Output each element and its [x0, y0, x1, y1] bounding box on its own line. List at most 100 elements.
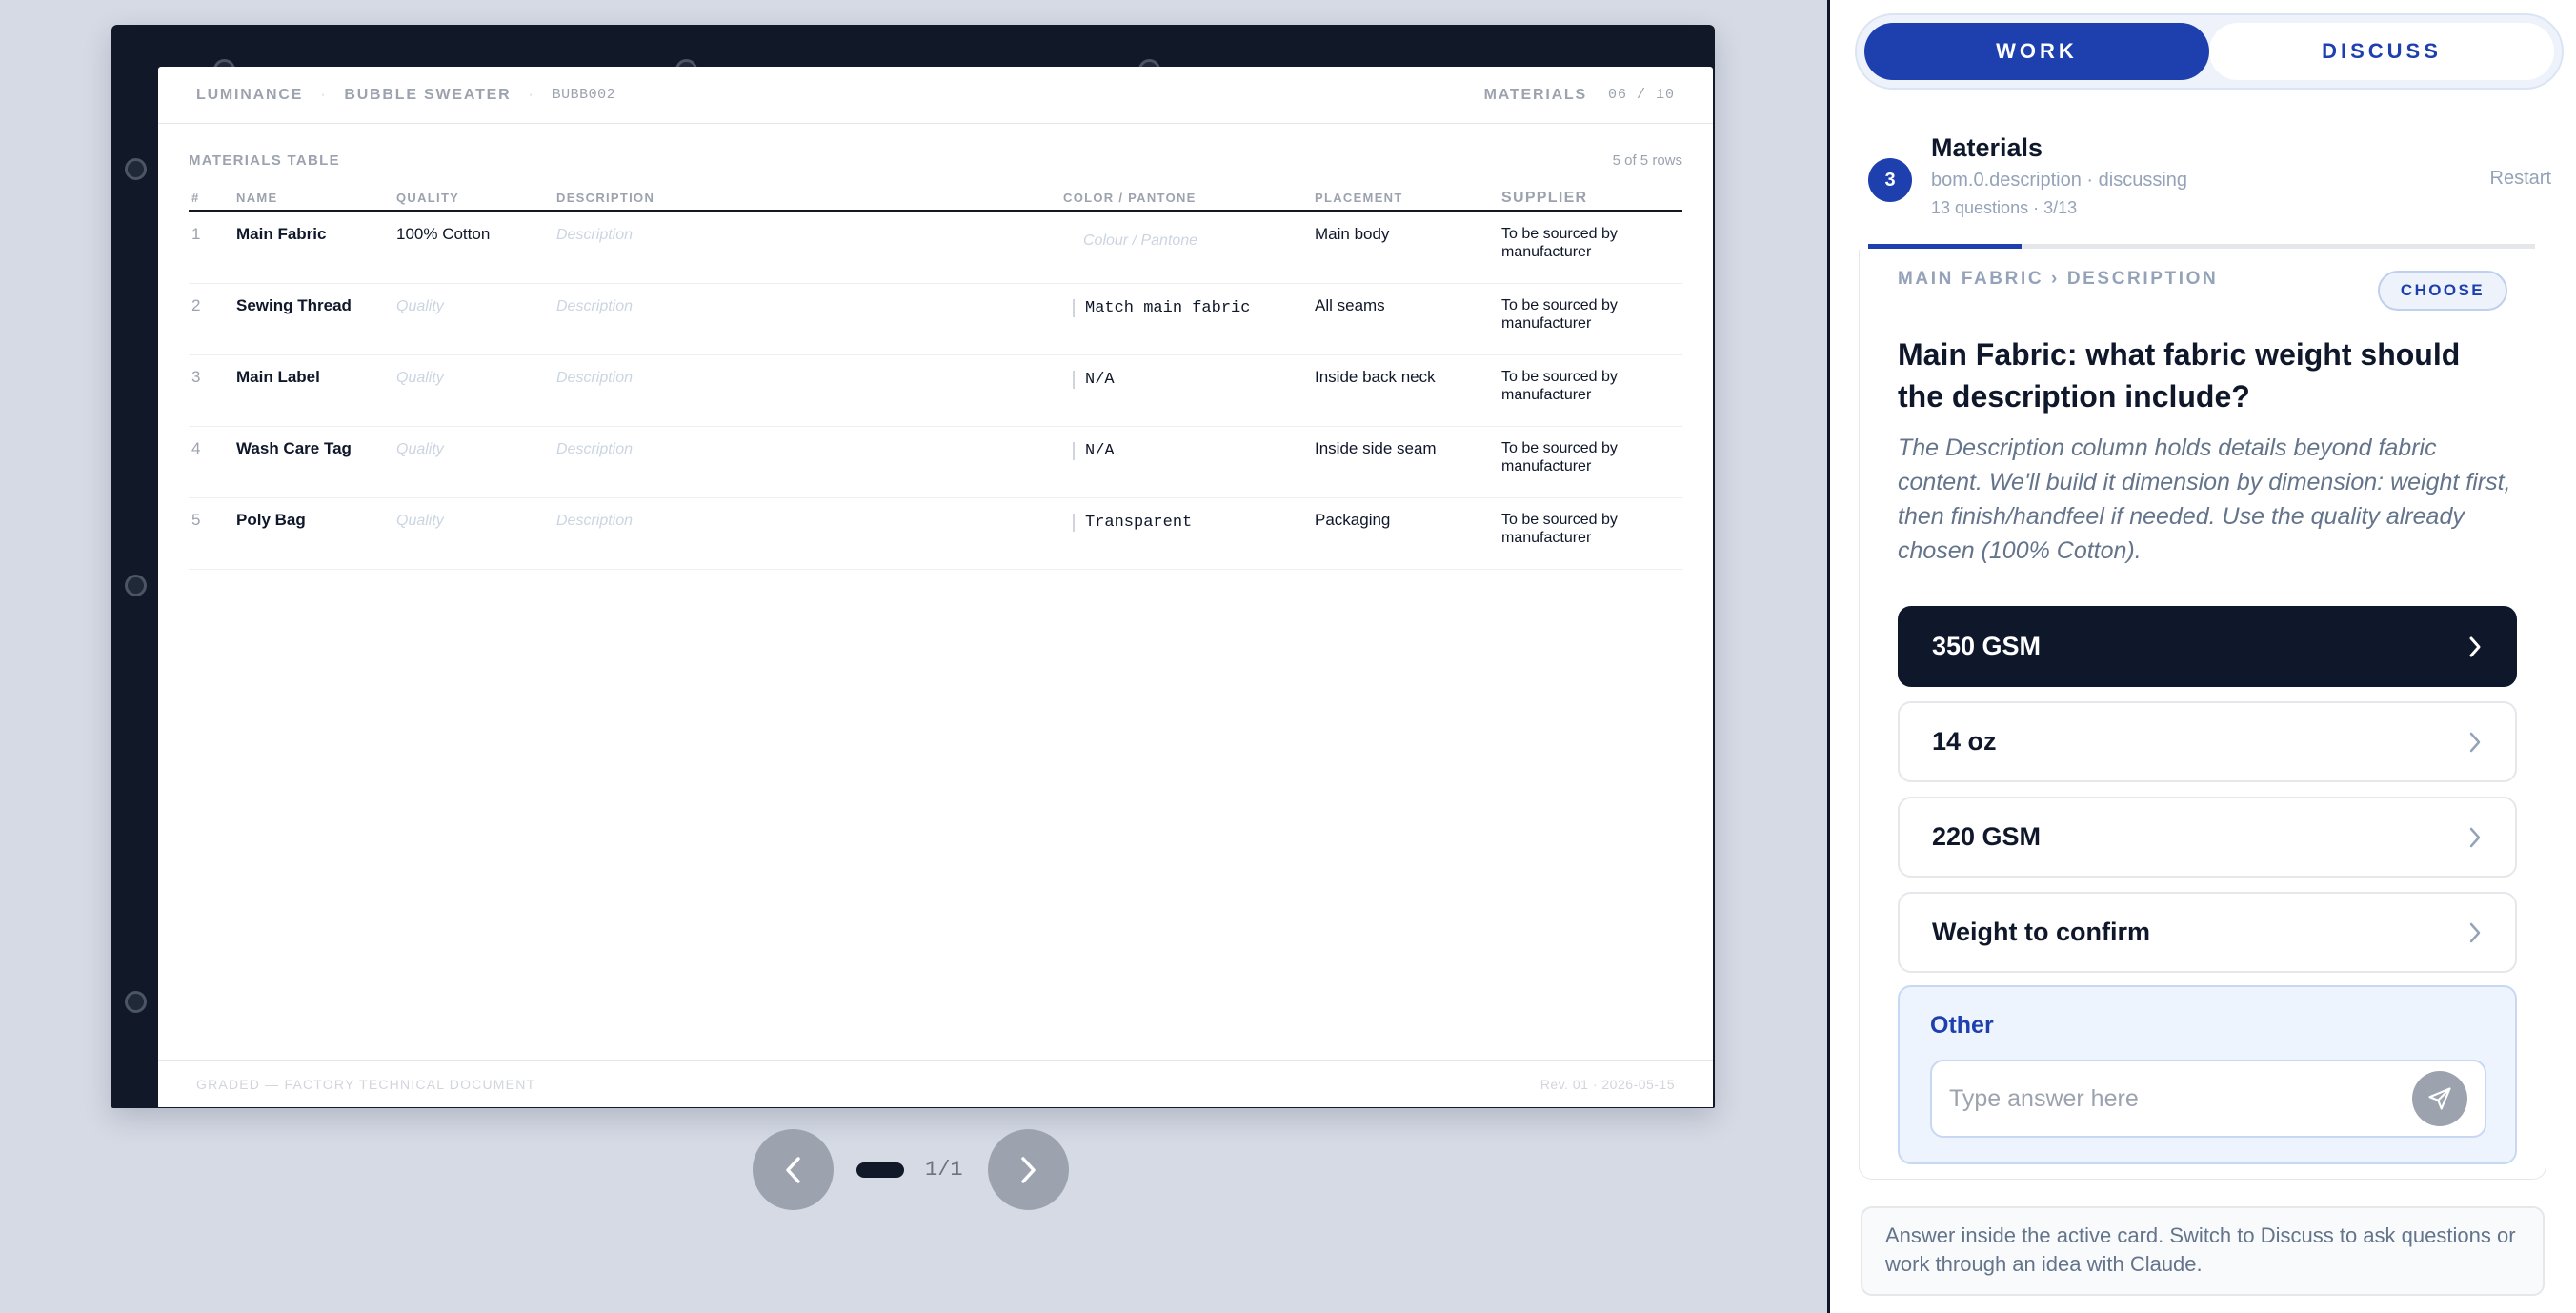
chevron-right-icon: [2469, 732, 2481, 752]
section-name: MATERIALS: [1483, 86, 1587, 103]
column-header-description: DESCRIPTION: [556, 190, 655, 205]
quality-placeholder: Quality: [396, 441, 444, 457]
step-number-badge: 3: [1868, 158, 1912, 202]
material-placement: Packaging: [1315, 511, 1391, 529]
column-header-color: COLOR / PANTONE: [1063, 190, 1197, 205]
section-title: Materials: [1931, 133, 2043, 162]
description-placeholder: Description: [556, 370, 634, 386]
section-progress-bar: [1868, 244, 2535, 249]
material-name: Sewing Thread: [236, 296, 352, 314]
table-row[interactable]: 1 Main Fabric 100% Cotton Description Co…: [189, 212, 1682, 284]
section-field-status: bom.0.description · discussing: [1931, 170, 2188, 191]
column-header-supplier: SUPPLIER: [1501, 189, 1588, 206]
material-name: Wash Care Tag: [236, 439, 352, 457]
send-icon: [2428, 1087, 2451, 1110]
page-label: 1/1: [925, 1158, 963, 1182]
table-title: MATERIALS TABLE: [189, 152, 340, 169]
material-supplier: To be sourced by manufacturer: [1501, 297, 1618, 332]
other-answer-field: [1930, 1060, 2486, 1138]
material-placement: Main body: [1315, 225, 1390, 243]
row-number: 5: [191, 511, 201, 529]
material-placement: Inside side seam: [1315, 439, 1437, 457]
description-placeholder: Description: [556, 441, 634, 457]
choose-mode-badge[interactable]: CHOOSE: [2377, 271, 2507, 311]
row-number: 2: [191, 296, 201, 314]
panel-hint: Answer inside the active card. Switch to…: [1861, 1206, 2545, 1296]
material-supplier: To be sourced by manufacturer: [1501, 369, 1618, 403]
row-number: 4: [191, 439, 201, 457]
column-header-number: #: [191, 190, 200, 205]
material-name: Main Fabric: [236, 225, 327, 243]
binder-ring: [125, 991, 147, 1013]
column-header-quality: QUALITY: [396, 190, 460, 205]
chevron-right-icon: [2469, 827, 2481, 847]
description-placeholder: Description: [556, 227, 634, 243]
option-220-gsm[interactable]: 220 GSM: [1898, 797, 2517, 878]
material-color: N/A: [1073, 371, 1115, 389]
material-placement: All seams: [1315, 296, 1385, 314]
chevron-left-icon: [785, 1156, 800, 1183]
previous-page-button[interactable]: [753, 1129, 834, 1210]
other-answer-box: Other: [1898, 985, 2517, 1164]
document-header: LUMINANCE · BUBBLE SWEATER · BUBB002 MAT…: [158, 67, 1713, 124]
material-placement: Inside back neck: [1315, 368, 1436, 386]
question-title: Main Fabric: what fabric weight should t…: [1898, 337, 2461, 414]
option-350-gsm[interactable]: 350 GSM: [1898, 606, 2517, 687]
option-weight-to-confirm[interactable]: Weight to confirm: [1898, 892, 2517, 973]
breadcrumb-separator: ·: [528, 86, 535, 103]
send-button[interactable]: [2412, 1071, 2467, 1126]
material-quality: 100% Cotton: [396, 225, 491, 243]
document-page: LUMINANCE · BUBBLE SWEATER · BUBB002 MAT…: [158, 67, 1713, 1107]
table-row[interactable]: 5 Poly Bag Quality Description Transpare…: [189, 498, 1682, 570]
section-counter: 06 / 10: [1607, 87, 1675, 103]
description-placeholder: Description: [556, 298, 634, 314]
option-label: 220 GSM: [1932, 822, 2042, 851]
brand-name: LUMINANCE: [196, 86, 304, 103]
restart-button[interactable]: Restart: [2490, 168, 2551, 190]
document-footer-label: GRADED — FACTORY TECHNICAL DOCUMENT: [196, 1076, 536, 1092]
table-row[interactable]: 3 Main Label Quality Description N/A Ins…: [189, 355, 1682, 427]
material-color: Transparent: [1073, 514, 1192, 532]
row-number: 1: [191, 225, 201, 243]
material-name: Poly Bag: [236, 511, 306, 529]
material-supplier: To be sourced by manufacturer: [1501, 440, 1618, 475]
document-footer: GRADED — FACTORY TECHNICAL DOCUMENT Rev.…: [158, 1060, 1713, 1107]
material-color: N/A: [1073, 442, 1115, 460]
question-card: MAIN FABRIC › DESCRIPTION CHOOSE Main Fa…: [1859, 250, 2546, 1180]
other-answer-input[interactable]: [1949, 1084, 2412, 1113]
table-row-count: 5 of 5 rows: [1612, 152, 1682, 169]
row-number: 3: [191, 368, 201, 386]
column-header-placement: PLACEMENT: [1315, 190, 1403, 205]
question-breadcrumb: MAIN FABRIC › DESCRIPTION: [1898, 269, 2219, 289]
option-label: 350 GSM: [1932, 632, 2042, 660]
other-label: Other: [1930, 1012, 1994, 1039]
product-name: BUBBLE SWEATER: [344, 86, 512, 103]
quality-placeholder: Quality: [396, 370, 444, 386]
binder-ring: [125, 158, 147, 180]
quality-placeholder: Quality: [396, 298, 444, 314]
next-page-button[interactable]: [987, 1129, 1069, 1210]
materials-table: # NAME QUALITY DESCRIPTION COLOR / PANTO…: [189, 185, 1682, 570]
product-code: BUBB002: [552, 87, 616, 103]
section-question-count: 13 questions · 3/13: [1931, 198, 2078, 217]
breadcrumb-separator: ·: [320, 86, 328, 103]
document-revision: Rev. 01 · 2026-05-15: [1540, 1076, 1675, 1092]
progress-fill: [1868, 244, 2022, 249]
quality-placeholder: Quality: [396, 513, 444, 529]
chevron-right-icon: [2469, 636, 2481, 656]
work-panel: WORK DISCUSS 3 Materials bom.0.descripti…: [1830, 0, 2576, 1313]
table-row[interactable]: 4 Wash Care Tag Quality Description N/A …: [189, 427, 1682, 498]
table-header-row: # NAME QUALITY DESCRIPTION COLOR / PANTO…: [189, 185, 1682, 212]
page-navigator: 1/1: [753, 1129, 1069, 1210]
material-color: Match main fabric: [1073, 299, 1250, 317]
table-row[interactable]: 2 Sewing Thread Quality Description Matc…: [189, 284, 1682, 355]
option-label: Weight to confirm: [1932, 918, 2150, 946]
section-header: 3 Materials bom.0.description · discussi…: [1830, 111, 2576, 249]
tab-work[interactable]: WORK: [1864, 23, 2209, 80]
option-label: 14 oz: [1932, 727, 1997, 756]
page-indicator-dot[interactable]: [856, 1162, 904, 1178]
description-placeholder: Description: [556, 513, 634, 529]
option-14-oz[interactable]: 14 oz: [1898, 701, 2517, 782]
question-help-text: The Description column holds details bey…: [1898, 434, 2511, 564]
tab-discuss[interactable]: DISCUSS: [2209, 23, 2554, 80]
